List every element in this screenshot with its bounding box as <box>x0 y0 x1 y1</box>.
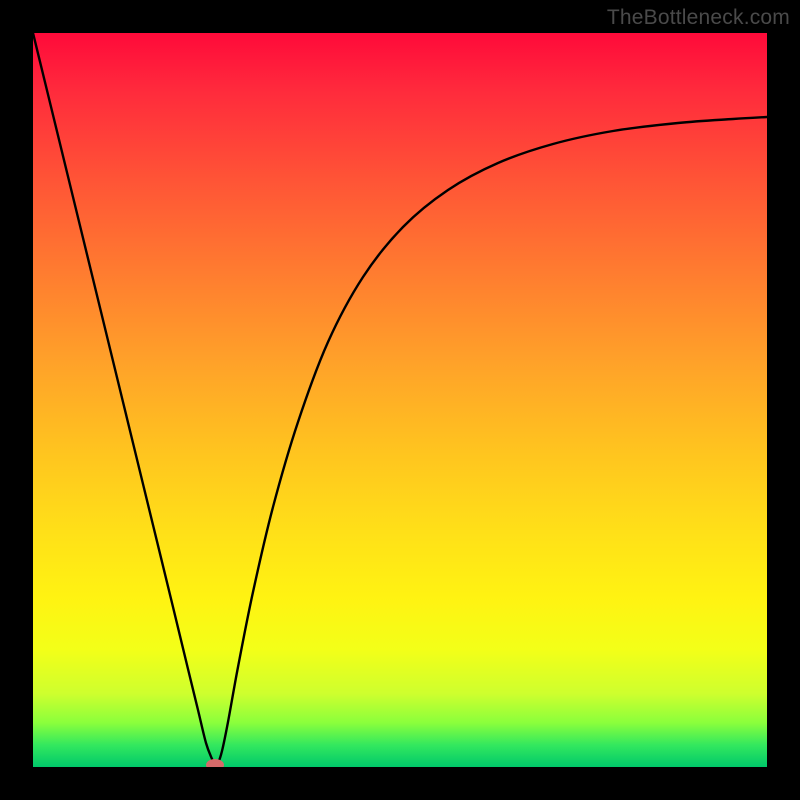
curve-svg <box>33 33 767 767</box>
chart-frame: TheBottleneck.com <box>0 0 800 800</box>
bottleneck-curve <box>33 33 767 765</box>
plot-area <box>33 33 767 767</box>
minimum-marker <box>206 759 224 767</box>
watermark-label: TheBottleneck.com <box>607 6 790 30</box>
